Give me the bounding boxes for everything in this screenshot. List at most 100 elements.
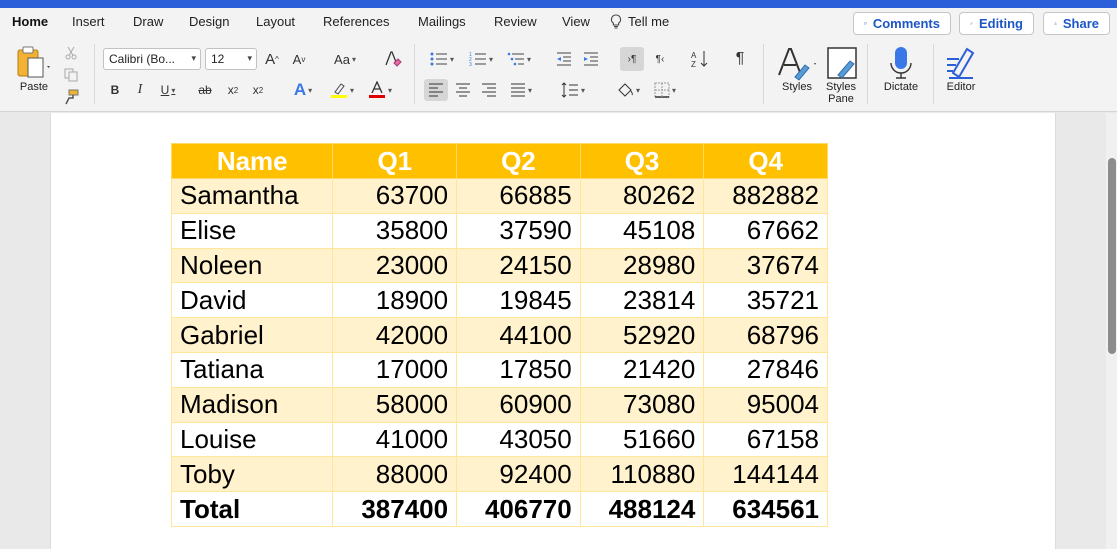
- show-formatting-button[interactable]: ¶: [730, 47, 750, 71]
- paste-button[interactable]: [12, 45, 56, 81]
- tab-insert[interactable]: Insert: [72, 14, 105, 29]
- cell-name[interactable]: Louise: [170, 421, 334, 458]
- text-effects-button[interactable]: A ▾: [288, 79, 318, 101]
- dictate-button[interactable]: [884, 44, 918, 82]
- cell-q2[interactable]: 92400: [456, 456, 581, 493]
- borders-button[interactable]: ▾: [648, 79, 682, 101]
- cell-q3[interactable]: 21420: [579, 351, 705, 388]
- align-right-button[interactable]: [477, 79, 501, 101]
- vertical-scrollbar-thumb[interactable]: [1108, 158, 1116, 354]
- cell-total-label[interactable]: Total: [170, 491, 334, 527]
- align-left-button[interactable]: [424, 79, 448, 101]
- cell-name[interactable]: Tatiana: [170, 351, 334, 388]
- strikethrough-button[interactable]: ab: [194, 79, 216, 101]
- cell-q3[interactable]: 23814: [579, 282, 705, 319]
- cell-q4[interactable]: 67158: [703, 421, 828, 458]
- comments-button[interactable]: Comments: [853, 12, 951, 35]
- cell-total-q2[interactable]: 406770: [456, 491, 581, 527]
- cell-q3[interactable]: 110880: [579, 456, 705, 493]
- editor-button[interactable]: [944, 44, 978, 82]
- change-case-button[interactable]: Aa ▾: [328, 48, 362, 70]
- cell-q4[interactable]: 37674: [703, 247, 828, 284]
- increase-indent-button[interactable]: [581, 48, 601, 70]
- cell-q3[interactable]: 51660: [579, 421, 705, 458]
- clear-formatting-button[interactable]: [382, 48, 404, 70]
- tab-mailings[interactable]: Mailings: [418, 14, 466, 29]
- cell-q4[interactable]: 95004: [703, 386, 828, 423]
- tab-home[interactable]: Home: [12, 14, 48, 29]
- styles-pane-button[interactable]: [824, 44, 860, 82]
- cell-q2[interactable]: 60900: [456, 386, 581, 423]
- cell-q1[interactable]: 41000: [332, 421, 458, 458]
- cell-q2[interactable]: 44100: [456, 317, 581, 353]
- header-q1[interactable]: Q1: [332, 143, 458, 179]
- share-button[interactable]: Share: [1043, 12, 1110, 35]
- shrink-font-button[interactable]: Av: [289, 48, 309, 70]
- justify-button[interactable]: ▾: [504, 79, 538, 101]
- cell-q4[interactable]: 144144: [703, 456, 828, 493]
- cell-q2[interactable]: 37590: [456, 212, 581, 249]
- cell-q1[interactable]: 63700: [332, 178, 458, 214]
- cell-q1[interactable]: 58000: [332, 386, 458, 423]
- cut-button[interactable]: [62, 44, 80, 62]
- cell-total-q1[interactable]: 387400: [332, 491, 458, 527]
- tell-me-search[interactable]: Tell me: [610, 14, 669, 29]
- cell-q2[interactable]: 66885: [456, 178, 581, 214]
- rtl-direction-button[interactable]: ¶‹: [648, 47, 672, 71]
- cell-q2[interactable]: 17850: [456, 351, 581, 388]
- cell-q3[interactable]: 80262: [579, 178, 705, 214]
- cell-q1[interactable]: 17000: [332, 351, 458, 388]
- highlight-color-button[interactable]: ▾: [326, 79, 358, 101]
- cell-q1[interactable]: 88000: [332, 456, 458, 493]
- cell-name[interactable]: Elise: [170, 212, 334, 249]
- line-spacing-button[interactable]: ▾: [556, 79, 590, 101]
- cell-q2[interactable]: 24150: [456, 247, 581, 284]
- cell-total-q4[interactable]: 634561: [703, 491, 828, 527]
- italic-button[interactable]: I: [131, 79, 149, 101]
- grow-font-button[interactable]: A ^: [262, 48, 282, 70]
- cell-q1[interactable]: 35800: [332, 212, 458, 249]
- cell-q1[interactable]: 23000: [332, 247, 458, 284]
- cell-name[interactable]: Samantha: [170, 178, 334, 214]
- font-name-dropdown[interactable]: Calibri (Bo... ▾: [103, 48, 201, 70]
- document-page[interactable]: Name Q1 Q2 Q3 Q4 Samantha 63700 66885 80…: [50, 113, 1056, 549]
- align-center-button[interactable]: [451, 79, 475, 101]
- subscript-button[interactable]: x2: [224, 79, 242, 101]
- cell-name[interactable]: Noleen: [170, 247, 334, 284]
- editing-button[interactable]: Editing: [959, 12, 1034, 35]
- multilevel-list-button[interactable]: ▾: [502, 48, 536, 70]
- cell-name[interactable]: David: [170, 282, 334, 319]
- cell-q1[interactable]: 42000: [332, 317, 458, 353]
- tab-draw[interactable]: Draw: [133, 14, 163, 29]
- cell-q4[interactable]: 68796: [703, 317, 828, 353]
- tab-layout[interactable]: Layout: [256, 14, 295, 29]
- underline-button[interactable]: U ▾: [156, 79, 180, 101]
- cell-q3[interactable]: 52920: [579, 317, 705, 353]
- font-size-dropdown[interactable]: 12 ▾: [205, 48, 257, 70]
- shading-button[interactable]: ▾: [612, 79, 644, 101]
- tab-review[interactable]: Review: [494, 14, 537, 29]
- bold-button[interactable]: B: [106, 79, 124, 101]
- cell-q3[interactable]: 73080: [579, 386, 705, 423]
- cell-q4[interactable]: 35721: [703, 282, 828, 319]
- cell-q4[interactable]: 27846: [703, 351, 828, 388]
- sort-button[interactable]: AZ: [688, 47, 712, 71]
- ltr-direction-button[interactable]: ›¶: [620, 47, 644, 71]
- cell-name[interactable]: Gabriel: [170, 317, 334, 353]
- font-color-button[interactable]: ▾: [364, 79, 396, 101]
- format-painter-button[interactable]: [62, 88, 80, 106]
- header-q3[interactable]: Q3: [579, 143, 705, 179]
- tab-design[interactable]: Design: [189, 14, 229, 29]
- tab-references[interactable]: References: [323, 14, 389, 29]
- styles-gallery-button[interactable]: [776, 44, 820, 82]
- cell-name[interactable]: Madison: [170, 386, 334, 423]
- decrease-indent-button[interactable]: [554, 48, 574, 70]
- numbering-button[interactable]: 1 2 3 ▾: [464, 48, 498, 70]
- cell-q1[interactable]: 18900: [332, 282, 458, 319]
- cell-q4[interactable]: 67662: [703, 212, 828, 249]
- header-q2[interactable]: Q2: [456, 143, 581, 179]
- cell-q2[interactable]: 43050: [456, 421, 581, 458]
- cell-q3[interactable]: 45108: [579, 212, 705, 249]
- header-name[interactable]: Name: [170, 143, 334, 179]
- tab-view[interactable]: View: [562, 14, 590, 29]
